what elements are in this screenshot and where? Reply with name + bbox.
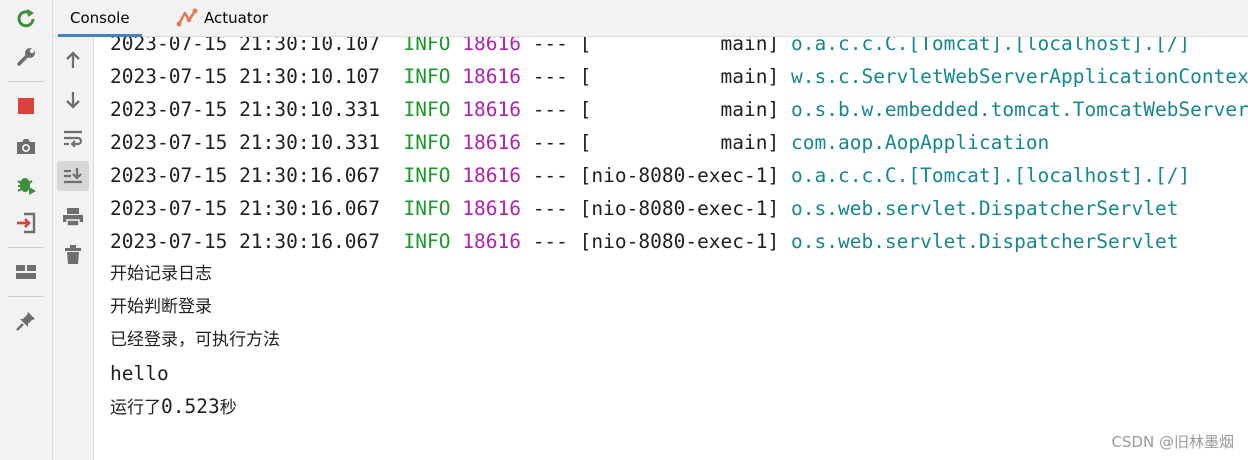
camera-icon[interactable]: [10, 131, 42, 161]
log-thread: [ main]: [579, 37, 780, 55]
log-lines: 2023-07-15 21:30:10.107 INFO 18616 --- […: [110, 37, 1248, 258]
log-line: 2023-07-15 21:30:10.107 INFO 18616 --- […: [110, 37, 1248, 60]
toolbar-divider: [8, 247, 44, 248]
output-line: 已经登录，可执行方法: [110, 330, 280, 350]
log-separator: ---: [532, 230, 568, 253]
tab-console[interactable]: Console: [58, 0, 142, 37]
rerun-icon[interactable]: [10, 3, 42, 33]
log-logger: com.aop.AopApplication: [791, 131, 1050, 154]
runtime-suffix: 秒: [219, 398, 237, 418]
tab-console-label: Console: [70, 9, 130, 27]
tab-actuator-label: Actuator: [204, 9, 269, 27]
log-line: 2023-07-15 21:30:10.107 INFO 18616 --- […: [110, 60, 1248, 93]
log-logger: o.a.c.c.C.[Tomcat].[localhost].[/]: [791, 37, 1191, 55]
log-line: 2023-07-15 21:30:10.331 INFO 18616 --- […: [110, 93, 1248, 126]
log-level: INFO: [403, 65, 451, 88]
output-line: hello: [110, 362, 169, 385]
log-line: 2023-07-15 21:30:16.067 INFO 18616 --- […: [110, 192, 1248, 225]
log-timestamp: 2023-07-15 21:30:16.067: [110, 230, 381, 253]
log-level: INFO: [403, 37, 451, 55]
console-text: 2023-07-15 21:30:10.107 INFO 18616 --- […: [110, 37, 1248, 423]
log-timestamp: 2023-07-15 21:30:10.107: [110, 65, 381, 88]
log-level: INFO: [403, 164, 451, 187]
tab-actuator[interactable]: Actuator: [168, 0, 276, 36]
tool-window-tab-bar: Console Actuator: [53, 0, 1248, 37]
output-line: 运行了0.523秒: [110, 390, 1248, 423]
log-timestamp: 2023-07-15 21:30:16.067: [110, 164, 381, 187]
log-separator: ---: [532, 37, 568, 55]
log-logger: w.s.c.ServletWebServerApplicationContext: [791, 65, 1248, 88]
console-output[interactable]: 2023-07-15 21:30:10.107 INFO 18616 --- […: [94, 37, 1248, 460]
log-thread: [ main]: [579, 98, 780, 121]
stop-icon[interactable]: [10, 91, 42, 121]
log-thread: [nio-8080-exec-1]: [579, 230, 780, 253]
run-tool-strip: [0, 0, 53, 460]
debug-icon[interactable]: [10, 169, 42, 199]
log-level: INFO: [403, 230, 451, 253]
log-timestamp: 2023-07-15 21:30:10.331: [110, 131, 381, 154]
watermark: CSDN @旧林墨烟: [1111, 433, 1234, 451]
log-level: INFO: [403, 98, 451, 121]
toolbar-divider: [8, 296, 44, 297]
log-pid: 18616: [462, 230, 521, 253]
log-logger: o.s.web.servlet.DispatcherServlet: [791, 230, 1179, 253]
log-line: 2023-07-15 21:30:10.331 INFO 18616 --- […: [110, 126, 1248, 159]
actuator-icon: [176, 8, 198, 27]
log-separator: ---: [532, 197, 568, 220]
log-thread: [ main]: [579, 131, 780, 154]
log-logger: o.s.web.servlet.DispatcherServlet: [791, 197, 1179, 220]
output-line: 开始记录日志: [110, 264, 212, 284]
soft-wrap-icon[interactable]: [57, 123, 89, 153]
console-toolbar: [53, 37, 94, 460]
log-pid: 18616: [462, 164, 521, 187]
log-logger: o.s.b.w.embedded.tomcat.TomcatWebServer: [791, 98, 1248, 121]
log-separator: ---: [532, 131, 568, 154]
log-timestamp: 2023-07-15 21:30:16.067: [110, 197, 381, 220]
wrench-icon[interactable]: [10, 42, 42, 72]
log-level: INFO: [403, 131, 451, 154]
log-thread: [ main]: [579, 65, 780, 88]
log-separator: ---: [532, 164, 568, 187]
arrow-up-icon[interactable]: [57, 45, 89, 75]
log-pid: 18616: [462, 65, 521, 88]
log-line: 2023-07-15 21:30:16.067 INFO 18616 --- […: [110, 225, 1248, 258]
log-timestamp: 2023-07-15 21:30:10.107: [110, 37, 381, 55]
log-separator: ---: [532, 98, 568, 121]
log-level: INFO: [403, 197, 451, 220]
log-pid: 18616: [462, 197, 521, 220]
runtime-value: 0.523: [161, 395, 220, 418]
log-pid: 18616: [462, 131, 521, 154]
scroll-to-end-icon[interactable]: [57, 161, 89, 191]
log-timestamp: 2023-07-15 21:30:10.331: [110, 98, 381, 121]
toolbar-divider: [8, 81, 44, 82]
log-thread: [nio-8080-exec-1]: [579, 197, 780, 220]
log-separator: ---: [532, 65, 568, 88]
pin-icon[interactable]: [10, 306, 42, 336]
arrow-down-icon[interactable]: [57, 85, 89, 115]
login-icon[interactable]: [10, 208, 42, 238]
layout-icon[interactable]: [10, 257, 42, 287]
output-line: 开始判断登录: [110, 297, 212, 317]
log-pid: 18616: [462, 37, 521, 55]
runtime-prefix: 运行了: [110, 398, 161, 418]
log-pid: 18616: [462, 98, 521, 121]
trash-icon[interactable]: [57, 240, 89, 270]
log-thread: [nio-8080-exec-1]: [579, 164, 780, 187]
log-logger: o.a.c.c.C.[Tomcat].[localhost].[/]: [791, 164, 1191, 187]
print-icon[interactable]: [57, 202, 89, 232]
log-line: 2023-07-15 21:30:16.067 INFO 18616 --- […: [110, 159, 1248, 192]
